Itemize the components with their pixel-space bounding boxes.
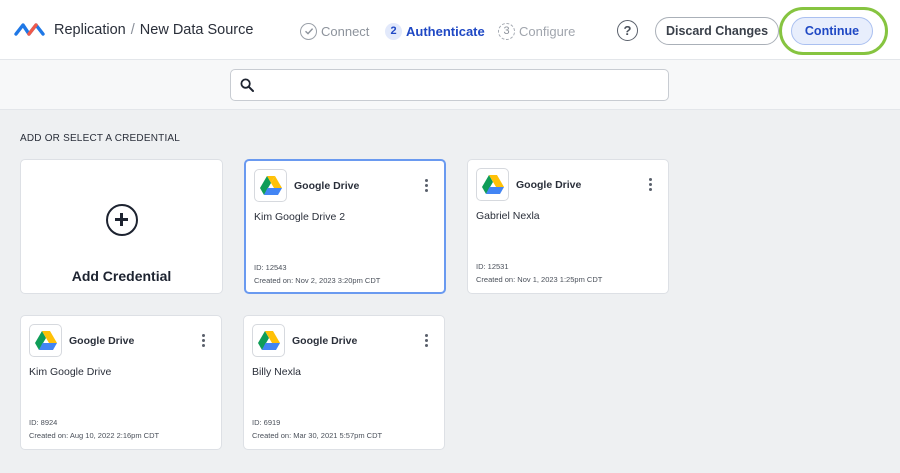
credential-id: ID: 8924 — [29, 418, 58, 427]
credential-name: Gabriel Nexla — [476, 210, 540, 222]
google-drive-icon — [254, 169, 287, 202]
more-options-icon[interactable] — [202, 334, 206, 348]
credential-id: ID: 6919 — [252, 418, 281, 427]
step-number: 3 — [498, 22, 515, 40]
breadcrumb-separator: / — [130, 22, 135, 38]
service-name: Google Drive — [69, 335, 135, 347]
google-drive-icon — [252, 324, 285, 357]
credential-name: Kim Google Drive — [29, 366, 112, 378]
step-connect[interactable]: Connect — [300, 21, 369, 41]
breadcrumb-current: New Data Source — [139, 22, 254, 38]
credential-created: Created on: Aug 10, 2022 2:16pm CDT — [29, 431, 160, 440]
search-icon — [240, 78, 254, 92]
check-icon — [300, 22, 317, 40]
step-label: Authenticate — [406, 23, 485, 39]
app-logo-icon[interactable] — [14, 20, 46, 40]
step-authenticate[interactable]: 2 Authenticate — [385, 21, 485, 41]
credential-name: Kim Google Drive 2 — [254, 211, 346, 223]
step-label: Connect — [321, 23, 370, 39]
step-configure[interactable]: 3 Configure — [498, 21, 575, 41]
more-options-icon[interactable] — [425, 334, 429, 348]
credential-card[interactable]: Google Drive Billy Nexla ID: 6919 Create… — [243, 315, 445, 450]
credential-created: Created on: Nov 2, 2023 3:20pm CDT — [254, 276, 381, 285]
google-drive-icon — [29, 324, 62, 357]
help-icon[interactable]: ? — [617, 20, 638, 41]
discard-changes-button[interactable]: Discard Changes — [655, 17, 779, 45]
more-options-icon[interactable] — [649, 178, 653, 192]
credential-card[interactable]: Google Drive Gabriel Nexla ID: 12531 Cre… — [467, 159, 669, 294]
add-credential-label: Add Credential — [71, 268, 172, 284]
step-number: 2 — [385, 22, 402, 40]
breadcrumb-root[interactable]: Replication — [54, 22, 126, 38]
service-name: Google Drive — [516, 179, 582, 191]
service-name: Google Drive — [294, 180, 360, 192]
step-label: Configure — [519, 23, 576, 39]
section-heading: ADD OR SELECT A CREDENTIAL — [20, 133, 181, 144]
credential-name: Billy Nexla — [252, 366, 302, 378]
credential-card[interactable]: Google Drive Kim Google Drive 2 ID: 1254… — [244, 159, 446, 294]
credential-created: Created on: Mar 30, 2021 5:57pm CDT — [252, 431, 383, 440]
service-name: Google Drive — [292, 335, 358, 347]
credential-created: Created on: Nov 1, 2023 1:25pm CDT — [476, 275, 603, 284]
continue-button[interactable]: Continue — [791, 17, 873, 45]
more-options-icon[interactable] — [425, 179, 429, 193]
breadcrumb: Replication / New Data Source — [54, 22, 253, 38]
search-input[interactable] — [262, 74, 658, 96]
credential-id: ID: 12531 — [476, 262, 509, 271]
credential-card[interactable]: Google Drive Kim Google Drive ID: 8924 C… — [20, 315, 222, 450]
add-credential-card[interactable]: Add Credential — [20, 159, 223, 294]
plus-circle-icon — [106, 204, 138, 236]
credential-id: ID: 12543 — [254, 263, 287, 272]
google-drive-icon — [476, 168, 509, 201]
